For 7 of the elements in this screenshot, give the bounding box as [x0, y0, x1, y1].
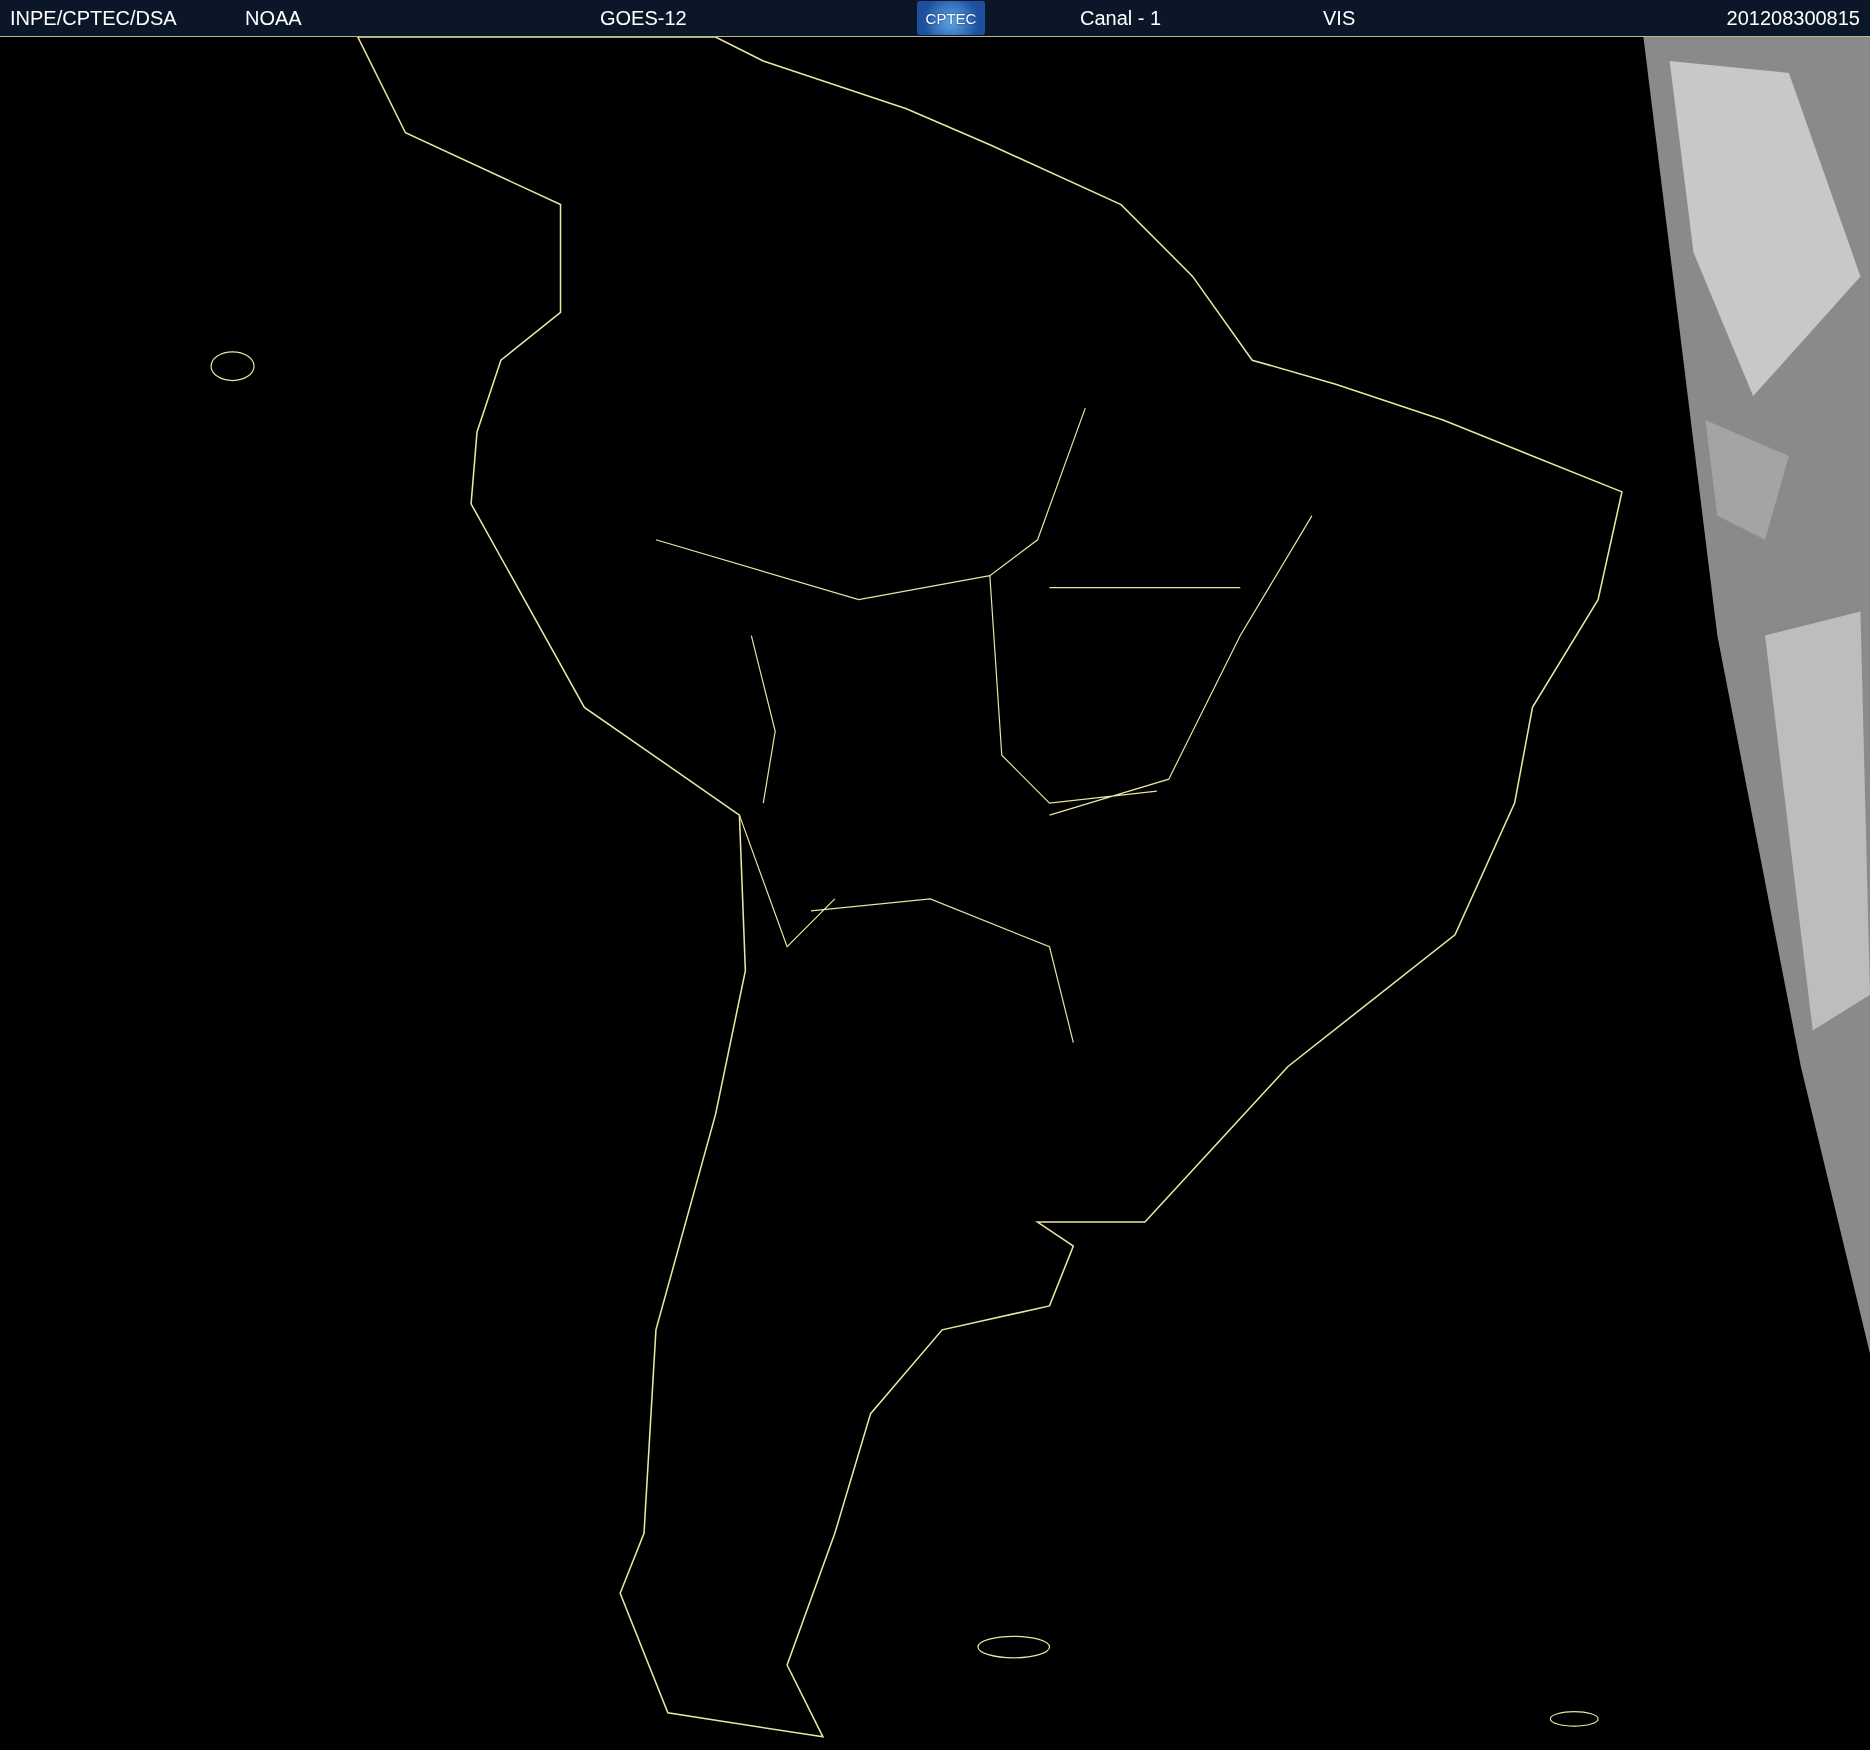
header-label: 201208300815 [1726, 6, 1860, 30]
logo: CPTEC [917, 1, 985, 35]
header-label: Canal - 1 [1080, 6, 1162, 30]
header-label: NOAA [245, 6, 302, 30]
header-label: GOES-12 [600, 6, 687, 30]
header-label: INPE/CPTEC/DSA [10, 6, 177, 30]
header-label: VIS [1323, 6, 1356, 30]
